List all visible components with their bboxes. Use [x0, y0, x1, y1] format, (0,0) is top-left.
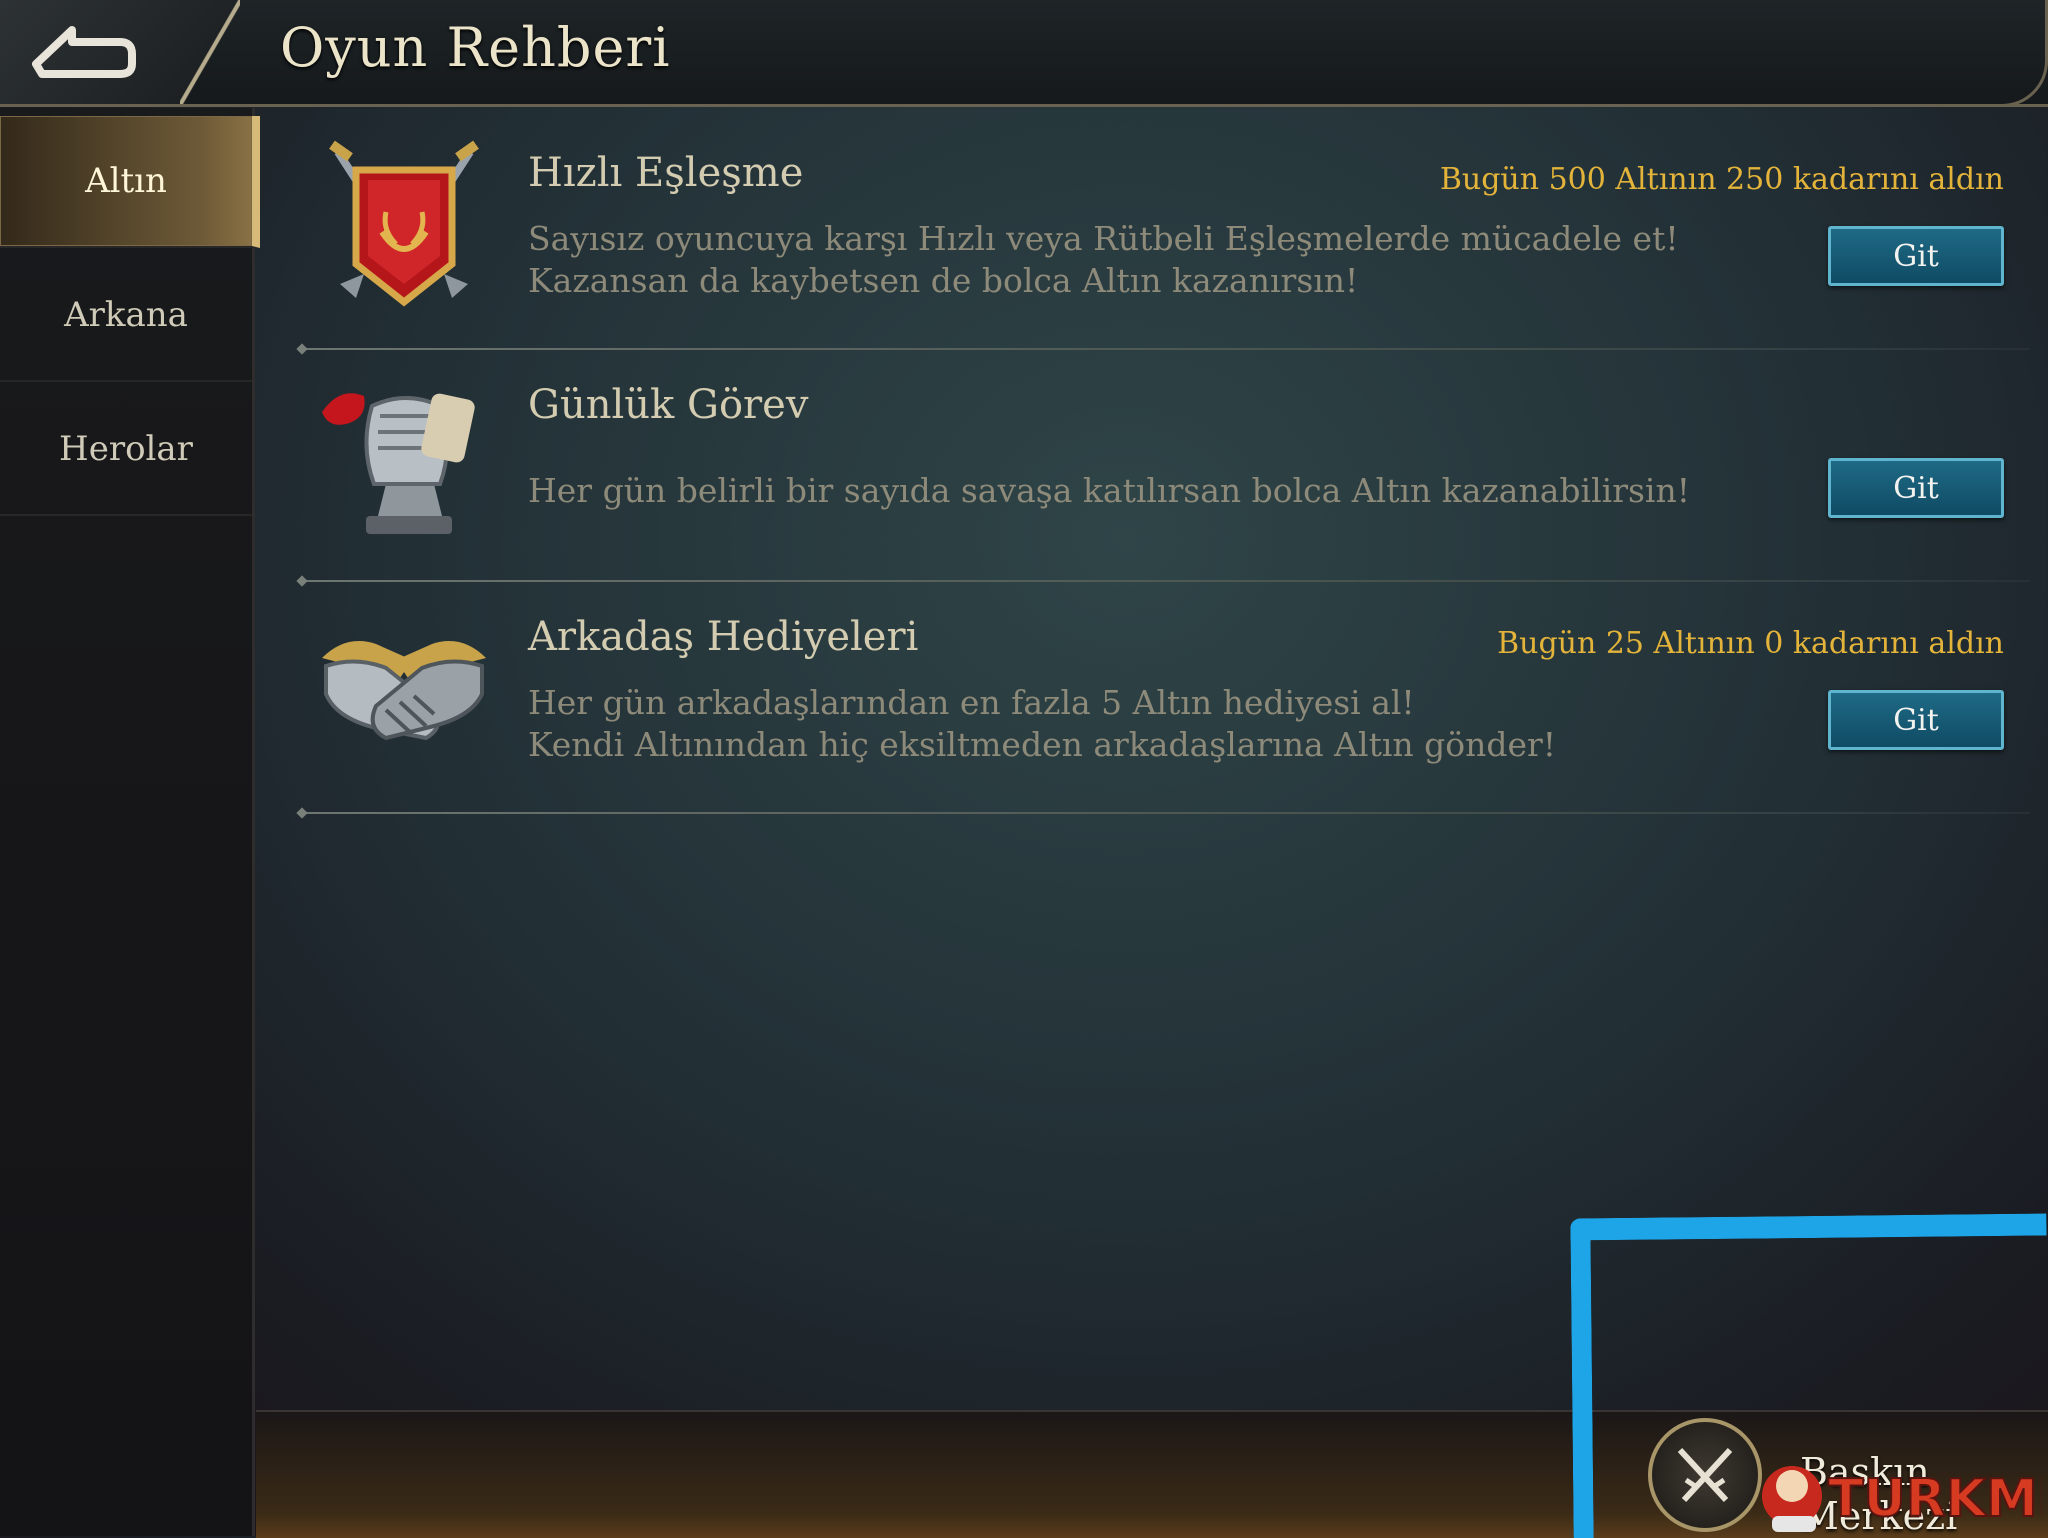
sidebar-item-label: Herolar — [59, 429, 193, 469]
row-title: Arkadaş Hediyeleri — [528, 614, 919, 660]
sidebar: Altın Arkana Herolar — [0, 108, 260, 1536]
row-description: Her gün arkadaşlarından en fazla 5 Altın… — [528, 682, 1556, 766]
sidebar-item-altin[interactable]: Altın — [0, 116, 260, 248]
gauntlet-scroll-icon — [322, 393, 475, 534]
row-description-line: Kendi Altınından hiç eksiltmeden arkadaş… — [528, 725, 1557, 764]
back-arrow-icon — [32, 26, 136, 78]
guide-row-gunluk-gorev: Günlük Görev Her gün belirli bir sayıda … — [300, 352, 2030, 582]
row-description-line: Her gün belirli bir sayıda savaşa katılı… — [528, 471, 1690, 510]
git-button[interactable]: Git — [1828, 690, 2004, 750]
row-description: Sayısız oyuncuya karşı Hızlı veya Rütbel… — [528, 218, 1679, 302]
annotation-highlight — [1570, 1213, 2048, 1538]
sidebar-item-arkana[interactable]: Arkana — [0, 250, 252, 382]
sidebar-item-label: Arkana — [64, 295, 188, 335]
row-description-line: Her gün arkadaşlarından en fazla 5 Altın… — [528, 683, 1415, 722]
git-button[interactable]: Git — [1828, 226, 2004, 286]
row-description-line: Kazansan da kaybetsen de bolca Altın kaz… — [528, 261, 1359, 300]
row-status: Bugün 500 Altının 250 kadarını aldın — [1439, 162, 2004, 197]
row-description-line: Sayısız oyuncuya karşı Hızlı veya Rütbel… — [528, 219, 1679, 258]
git-button[interactable]: Git — [1828, 458, 2004, 518]
row-divider — [300, 348, 2030, 350]
row-divider — [300, 812, 2030, 814]
page-title: Oyun Rehberi — [280, 16, 671, 79]
header-divider — [180, 0, 240, 104]
handshake-icon — [322, 641, 486, 741]
sidebar-item-label: Altın — [85, 161, 167, 201]
guide-row-arkadas-hediyeleri: Arkadaş Hediyeleri Bugün 25 Altının 0 ka… — [300, 584, 2030, 814]
row-divider — [300, 580, 2030, 582]
row-title: Hızlı Eşleşme — [528, 150, 804, 196]
guide-row-hizli-eslesme: Hızlı Eşleşme Bugün 500 Altının 250 kada… — [300, 120, 2030, 350]
header-corner-ornament — [1995, 0, 2048, 107]
row-description: Her gün belirli bir sayıda savaşa katılı… — [528, 470, 1690, 512]
crossed-swords-banner-icon — [329, 140, 479, 307]
sidebar-item-herolar[interactable]: Herolar — [0, 384, 252, 516]
row-title: Günlük Görev — [528, 382, 809, 428]
top-bar: Oyun Rehberi — [0, 0, 2048, 107]
row-status: Bugün 25 Altının 0 kadarını aldın — [1497, 626, 2004, 661]
